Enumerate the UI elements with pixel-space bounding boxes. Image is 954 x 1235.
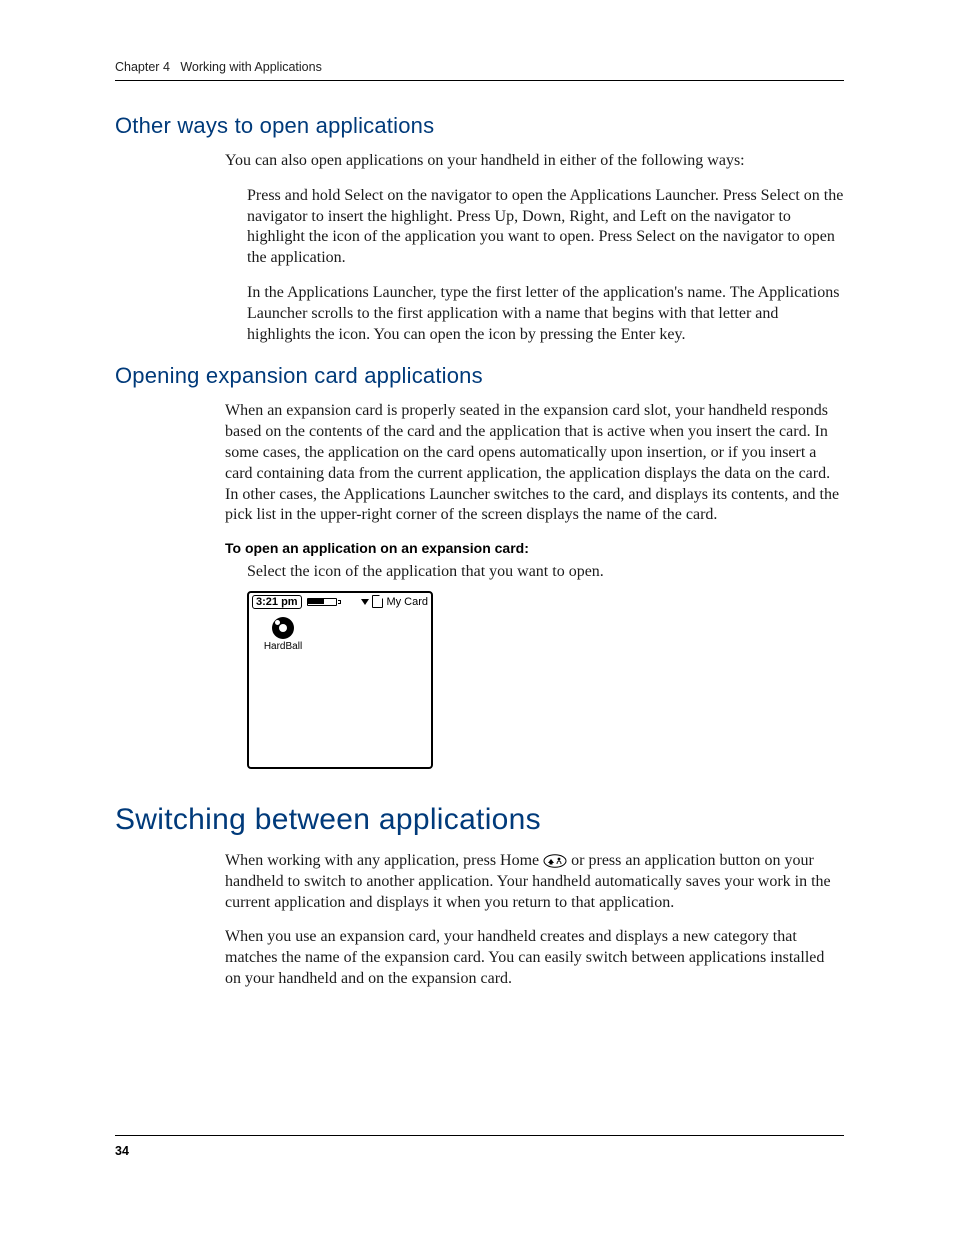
page: Chapter 4 Working with Applications Othe… bbox=[0, 0, 954, 1235]
section1-intro: You can also open applications on your h… bbox=[225, 151, 844, 172]
heading-other-ways: Other ways to open applications bbox=[115, 113, 844, 139]
procedure-step: Select the icon of the application that … bbox=[247, 562, 844, 583]
page-number: 34 bbox=[115, 1144, 129, 1158]
section3-body: When working with any application, press… bbox=[225, 851, 844, 990]
footer-rule bbox=[115, 1135, 844, 1136]
launcher-screenshot: 3:21 pm My Card HardBall bbox=[247, 591, 433, 769]
app-hardball: HardBall bbox=[255, 617, 311, 652]
procedure-heading: To open an application on an expansion c… bbox=[225, 540, 844, 556]
home-icon bbox=[543, 854, 567, 868]
section3-para1: When working with any application, press… bbox=[225, 851, 844, 913]
chapter-title: Working with Applications bbox=[180, 60, 322, 74]
card-icon bbox=[372, 595, 383, 608]
section2-body: When an expansion card is properly seate… bbox=[225, 401, 844, 769]
running-header: Chapter 4 Working with Applications bbox=[115, 60, 844, 80]
chapter-label: Chapter 4 bbox=[115, 60, 170, 74]
battery-icon bbox=[307, 598, 341, 606]
section2-para1: When an expansion card is properly seate… bbox=[225, 401, 844, 526]
hardball-icon bbox=[272, 617, 294, 639]
section1-para2: In the Applications Launcher, type the f… bbox=[247, 283, 844, 345]
section1-body: You can also open applications on your h… bbox=[225, 151, 844, 345]
section3-para1a: When working with any application, press… bbox=[225, 852, 543, 869]
heading-switching: Switching between applications bbox=[115, 803, 844, 837]
footer: 34 bbox=[115, 1135, 844, 1160]
app-label: HardBall bbox=[255, 641, 311, 652]
launcher-topbar: 3:21 pm My Card bbox=[249, 593, 431, 611]
clock-display: 3:21 pm bbox=[252, 595, 302, 609]
section3-para2: When you use an expansion card, your han… bbox=[225, 927, 844, 989]
dropdown-icon bbox=[361, 599, 369, 605]
section1-para1: Press and hold Select on the navigator t… bbox=[247, 186, 844, 269]
heading-expansion-card: Opening expansion card applications bbox=[115, 363, 844, 389]
category-label: My Card bbox=[386, 596, 428, 608]
header-rule bbox=[115, 80, 844, 81]
